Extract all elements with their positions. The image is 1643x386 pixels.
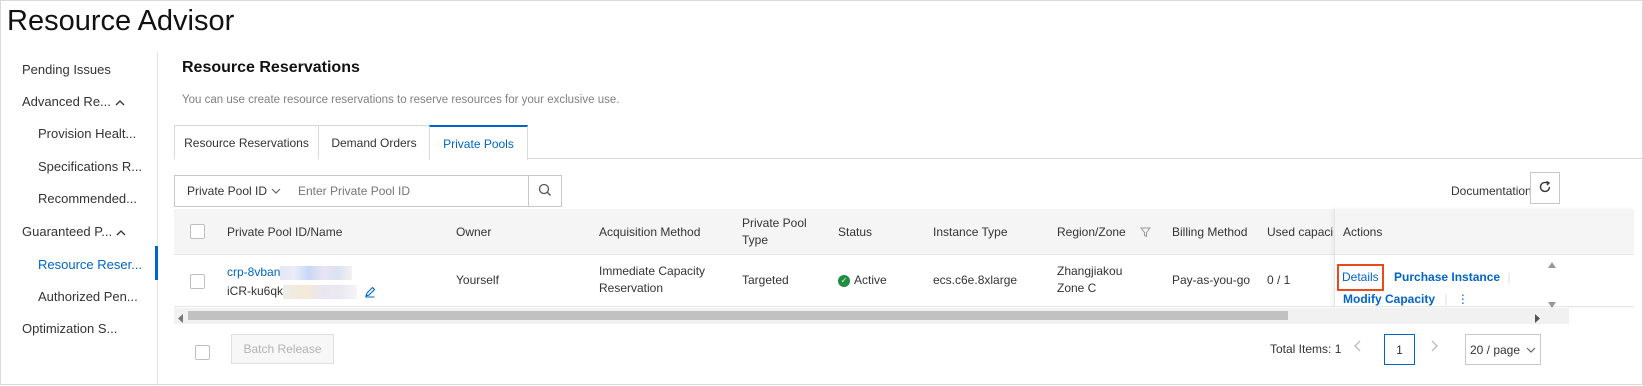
horizontal-scrollbar[interactable] (174, 308, 1569, 324)
region-zone-cell: Zhangjiakou Zone C (1057, 264, 1123, 295)
sidebar-item-specifications[interactable]: Specifications R... (38, 159, 142, 174)
chevron-up-icon (115, 97, 125, 109)
scrollbar-thumb[interactable] (188, 311, 1288, 320)
documentation-link[interactable]: Documentation (1451, 184, 1532, 198)
app-title: Resource Advisor (7, 5, 235, 37)
column-header-actions: Actions (1343, 224, 1383, 239)
column-header-pool-type: Private Pool Type (742, 216, 807, 247)
sidebar-item-guaranteed-pools[interactable]: Guaranteed P... (22, 224, 126, 239)
sidebar-item-recommended[interactable]: Recommended... (38, 191, 137, 206)
more-actions-icon[interactable]: ⋮ (1457, 292, 1469, 306)
check-circle-icon: ✓ (838, 274, 850, 287)
pool-id-link[interactable]: crp-8vban (227, 265, 280, 279)
footer-select-all-checkbox[interactable] (195, 345, 210, 360)
column-header-id-name: Private Pool ID/Name (227, 224, 343, 239)
sidebar-item-resource-reservations[interactable]: Resource Reser... (38, 257, 142, 272)
pool-name-cell: iCR-ku6qk (227, 283, 376, 300)
instance-type-cell: ecs.c6e.8xlarge (933, 273, 1018, 287)
sidebar-item-authorized-pending[interactable]: Authorized Pen... (38, 289, 138, 304)
column-header-owner: Owner (456, 224, 492, 239)
refresh-icon (1538, 180, 1552, 197)
scroll-right-arrow-icon[interactable] (1534, 311, 1540, 326)
filter-icon[interactable] (1139, 227, 1151, 238)
select-all-checkbox[interactable] (190, 224, 205, 239)
edit-icon[interactable] (364, 286, 376, 298)
row-checkbox[interactable] (190, 274, 205, 289)
sidebar-item-label: Advanced Re... (22, 94, 111, 109)
tab-demand-orders[interactable]: Demand Orders (318, 125, 430, 159)
pool-name: iCR-ku6qk (227, 284, 284, 298)
batch-release-button[interactable]: Batch Release (231, 334, 334, 364)
used-capacity-cell: 0 / 1 (1267, 273, 1291, 287)
redacted-region (283, 284, 358, 299)
scroll-down-arrow-icon[interactable] (1548, 296, 1556, 311)
column-header-region-zone: Region/Zone (1057, 209, 1151, 255)
filter-field-label: Private Pool ID (187, 184, 268, 198)
vertical-scrollbar[interactable] (1546, 256, 1558, 308)
page-title: Resource Reservations (182, 59, 360, 76)
details-link[interactable]: Details (1337, 264, 1384, 291)
main-content: Resource Reservations You can use create… (158, 51, 1642, 384)
scroll-left-arrow-icon[interactable] (178, 311, 184, 326)
status-cell: ✓ Active (838, 272, 887, 289)
column-header-billing-method: Billing Method (1172, 224, 1248, 239)
previous-page-icon[interactable] (1354, 339, 1362, 355)
billing-method-cell: Pay-as-you-go (1172, 273, 1251, 287)
tab-bar: Resource Reservations Demand Orders Priv… (174, 125, 1642, 160)
app-window: Resource Advisor Pending Issues Advanced… (0, 0, 1643, 386)
modify-capacity-link[interactable]: Modify Capacity (1343, 292, 1435, 306)
column-header-instance-type: Instance Type (933, 224, 1008, 239)
total-items: Total Items: 1 (1270, 342, 1342, 356)
sidebar: Pending Issues Advanced Re... Provision … (1, 51, 158, 386)
action-divider: | (1507, 270, 1511, 284)
chevron-down-icon (271, 186, 281, 197)
sidebar-item-advanced-recommendations[interactable]: Advanced Re... (22, 94, 125, 109)
page-size-label: 20 / page (1469, 342, 1521, 357)
status-label: Active (854, 273, 887, 287)
actions-column: Actions Details Purchase Instance | Modi… (1334, 209, 1634, 307)
tab-private-pools[interactable]: Private Pools (429, 125, 528, 160)
column-header-label: Region/Zone (1057, 224, 1126, 239)
pool-type-cell: Targeted (742, 273, 789, 287)
search-button[interactable] (528, 175, 562, 207)
page-description: You can use create resource reservations… (182, 94, 620, 106)
redacted-region (280, 265, 353, 280)
scroll-up-arrow-icon[interactable] (1548, 256, 1556, 271)
private-pool-id-input[interactable] (286, 175, 529, 207)
filter-field-select[interactable]: Private Pool ID (174, 175, 287, 207)
page-size-select[interactable]: 20 / page (1465, 334, 1541, 365)
column-header-acquisition-method: Acquisition Method (599, 224, 701, 239)
pool-id-cell: crp-8vban (227, 264, 353, 281)
column-header-status: Status (838, 224, 873, 239)
sidebar-item-label: Guaranteed P... (22, 224, 113, 239)
tab-resource-reservations[interactable]: Resource Reservations (174, 125, 319, 159)
sidebar-item-provision-health[interactable]: Provision Healt... (38, 126, 136, 141)
next-page-icon[interactable] (1430, 339, 1438, 355)
actions-cell-second-line: Modify Capacity | ⋮ (1343, 291, 1469, 308)
chevron-down-icon (1526, 347, 1536, 353)
sidebar-item-pending-issues[interactable]: Pending Issues (22, 62, 111, 77)
owner-cell: Yourself (456, 273, 499, 287)
current-page-button[interactable]: 1 (1384, 334, 1415, 365)
action-divider: | (1444, 292, 1448, 306)
private-pools-table: Private Pool ID/Name Owner Acquisition M… (174, 209, 1634, 324)
chevron-up-icon (116, 227, 126, 239)
column-header-used-capacity: Used capacit (1267, 224, 1333, 239)
refresh-button[interactable] (1530, 172, 1560, 204)
search-icon (538, 183, 552, 200)
purchase-instance-link[interactable]: Purchase Instance (1394, 270, 1500, 284)
actions-cell: Details Purchase Instance | (1337, 264, 1511, 291)
acquisition-method-cell: Immediate Capacity Reservation (599, 264, 706, 295)
sidebar-item-optimization[interactable]: Optimization S... (22, 321, 117, 336)
